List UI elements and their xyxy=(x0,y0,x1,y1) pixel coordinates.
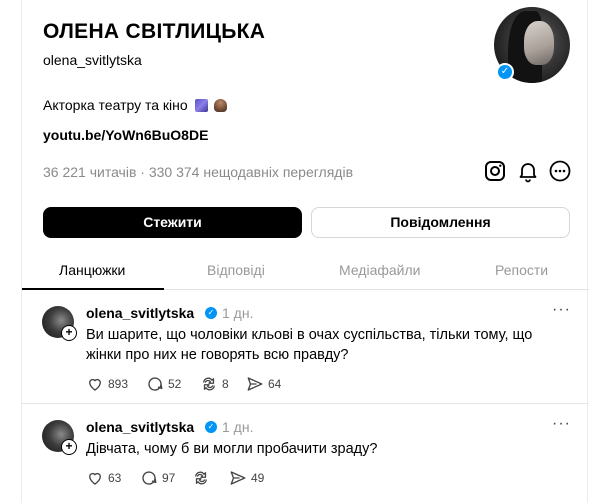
verified-badge-icon: ✓ xyxy=(496,63,514,81)
comment-action[interactable]: 52 xyxy=(146,375,181,393)
post-time: 1 дн. xyxy=(222,419,254,435)
bio-text: Акторка театру та кіно xyxy=(43,97,188,113)
profile-link[interactable]: youtu.be/YoWn6BuO8DE xyxy=(43,127,208,143)
repost-action[interactable]: 8 xyxy=(200,375,229,393)
repost-action[interactable] xyxy=(192,469,214,487)
comment-count: 52 xyxy=(168,377,182,391)
profile-bio: Акторка театру та кіно xyxy=(43,97,228,113)
post-item[interactable]: + olena_svitlytska ✓ 1 дн. ··· Дівчата, … xyxy=(22,404,589,503)
profile-handle[interactable]: olena_svitlytska xyxy=(43,52,142,68)
profile-tabs: Ланцюжки Відповіді Медіафайли Репости xyxy=(22,250,589,290)
like-count: 63 xyxy=(108,471,122,485)
share-count: 64 xyxy=(268,377,282,391)
follow-button[interactable]: Стежити xyxy=(43,207,302,238)
share-icon xyxy=(247,377,263,391)
share-icon xyxy=(230,471,246,485)
post-avatar[interactable]: + xyxy=(42,306,77,341)
post-username[interactable]: olena_svitlytska xyxy=(86,305,194,321)
like-count: 893 xyxy=(108,377,129,391)
like-action[interactable]: 893 xyxy=(86,375,128,393)
post-more-icon[interactable]: ··· xyxy=(552,301,571,319)
more-icon[interactable] xyxy=(548,159,572,183)
page: ОЛЕНА СВІТЛИЦЬКА olena_svitlytska ✓ Акто… xyxy=(0,0,608,503)
post-username[interactable]: olena_svitlytska xyxy=(86,419,194,435)
tab-media[interactable]: Медіафайли xyxy=(339,262,420,278)
profile-card: ОЛЕНА СВІТЛИЦЬКА olena_svitlytska ✓ Акто… xyxy=(21,0,589,503)
repost-icon xyxy=(195,471,207,485)
repost-icon xyxy=(203,377,215,391)
heart-icon xyxy=(89,472,101,485)
comment-icon xyxy=(148,377,163,391)
heart-icon xyxy=(89,378,101,391)
active-tab-indicator xyxy=(22,288,164,290)
tab-reposts[interactable]: Репости xyxy=(495,262,548,278)
instagram-icon[interactable] xyxy=(483,159,507,183)
share-count: 49 xyxy=(251,471,265,485)
verified-badge-icon: ✓ xyxy=(205,421,217,433)
follow-plus-icon[interactable]: + xyxy=(61,439,77,455)
profile-stats[interactable]: 36 221 читачів · 330 374 нещодавніх пере… xyxy=(43,164,353,180)
profile-name: ОЛЕНА СВІТЛИЦЬКА xyxy=(43,20,266,43)
post-avatar[interactable]: + xyxy=(42,420,77,455)
verified-badge-icon: ✓ xyxy=(205,307,217,319)
repost-count: 8 xyxy=(222,377,229,391)
post-text: Ви шарите, що чоловіки кльові в очах сус… xyxy=(86,327,533,363)
comment-count: 97 xyxy=(162,471,176,485)
share-action[interactable]: 49 xyxy=(229,469,264,487)
avatar-face xyxy=(524,21,554,65)
post-more-icon[interactable]: ··· xyxy=(552,415,571,433)
tab-threads[interactable]: Ланцюжки xyxy=(59,262,125,278)
post-time: 1 дн. xyxy=(222,305,254,321)
comment-icon xyxy=(142,471,157,485)
share-action[interactable]: 64 xyxy=(246,375,281,393)
bell-icon[interactable] xyxy=(516,159,540,183)
message-button[interactable]: Повідомлення xyxy=(311,207,570,238)
clapperboard-icon xyxy=(194,99,208,112)
follow-plus-icon[interactable]: + xyxy=(61,325,77,341)
person-emoji-icon xyxy=(214,99,228,112)
comment-action[interactable]: 97 xyxy=(140,469,175,487)
post-text: Дівчата, чому б ви могли пробачити зраду… xyxy=(86,441,378,457)
like-action[interactable]: 63 xyxy=(86,469,121,487)
post-item[interactable]: + olena_svitlytska ✓ 1 дн. ··· Ви шарите… xyxy=(22,291,589,404)
tab-replies[interactable]: Відповіді xyxy=(207,262,265,278)
